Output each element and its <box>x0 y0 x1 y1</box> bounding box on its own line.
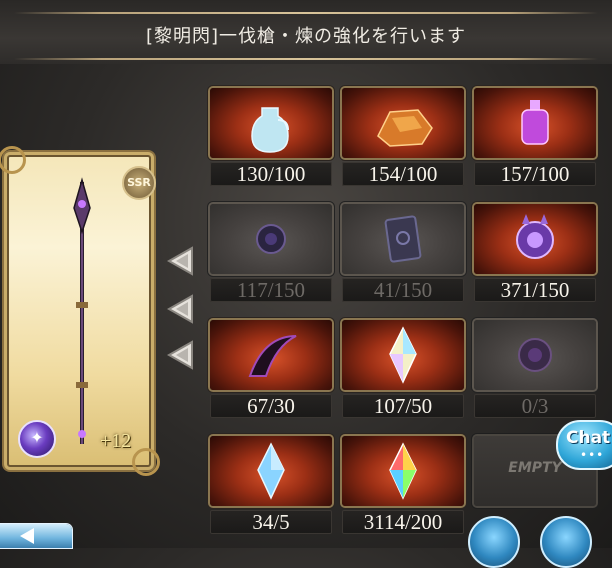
material-slot-dark-sphere[interactable] <box>474 204 596 274</box>
dark-element-icon: ✦ <box>18 420 56 458</box>
back-button[interactable] <box>0 524 72 548</box>
blue-crystal-icon <box>257 442 285 500</box>
purple-potion-icon <box>521 100 549 145</box>
material-count: 34/5 <box>210 510 332 534</box>
dark-fang-icon <box>248 335 297 377</box>
material-count: 371/150 <box>474 278 596 302</box>
material-count: 117/150 <box>210 278 332 302</box>
material-count: 0/3 <box>474 394 596 418</box>
dark-sphere-icon <box>516 214 554 259</box>
arrow-left-icon <box>166 294 193 324</box>
rainbow-crystal-icon <box>389 442 417 500</box>
page-title: [黎明閃]一伐槍・煉の強化を行います <box>145 26 467 47</box>
material-slot-water-jug[interactable] <box>210 88 332 158</box>
material-count: 3114/200 <box>342 510 464 534</box>
material-count: 157/100 <box>474 162 596 186</box>
material-slot-prism-crystal[interactable] <box>342 320 464 390</box>
material-count: 154/100 <box>342 162 464 186</box>
prism-crystal-icon <box>389 326 417 384</box>
arrow-left-icon <box>166 340 193 370</box>
back-arrow-icon <box>20 528 34 544</box>
header-top-divider <box>14 12 598 14</box>
fire-ore-icon <box>377 109 433 147</box>
card-corner-ornament-icon <box>132 448 160 476</box>
material-count: 41/150 <box>342 278 464 302</box>
material-slot-dark-fang[interactable] <box>210 320 332 390</box>
chat-button[interactable]: Chat ••• <box>556 420 612 470</box>
material-slot-rainbow-crystal[interactable] <box>342 436 464 506</box>
chat-label: Chat <box>566 428 611 448</box>
material-count: 67/30 <box>210 394 332 418</box>
dark-core-icon <box>518 338 552 372</box>
ssr-rarity-badge: SSR <box>122 166 156 200</box>
arrow-left-icon <box>166 246 193 276</box>
material-slot-purple-potion[interactable] <box>474 88 596 158</box>
menu-round-button[interactable] <box>468 516 520 568</box>
dark-tome-icon <box>384 215 422 263</box>
plus-level-label: +12 <box>100 430 132 452</box>
header-bottom-divider <box>14 58 598 60</box>
menu-round-button[interactable] <box>540 516 592 568</box>
weapon-card[interactable]: SSR ✦ +12 <box>0 146 160 476</box>
material-slot-blue-crystal[interactable] <box>210 436 332 506</box>
dark-orb-icon <box>256 224 286 254</box>
chat-dots-icon: ••• <box>580 448 605 462</box>
material-slot-dark-tome[interactable] <box>342 204 464 274</box>
material-count: 130/100 <box>210 162 332 186</box>
water-jug-icon <box>251 107 289 153</box>
material-slot-dark-core[interactable] <box>474 320 596 390</box>
header-bar: [黎明閃]一伐槍・煉の強化を行います <box>0 0 612 64</box>
material-count: 107/50 <box>342 394 464 418</box>
material-slot-dark-orb[interactable] <box>210 204 332 274</box>
material-slot-fire-ore[interactable] <box>342 88 464 158</box>
